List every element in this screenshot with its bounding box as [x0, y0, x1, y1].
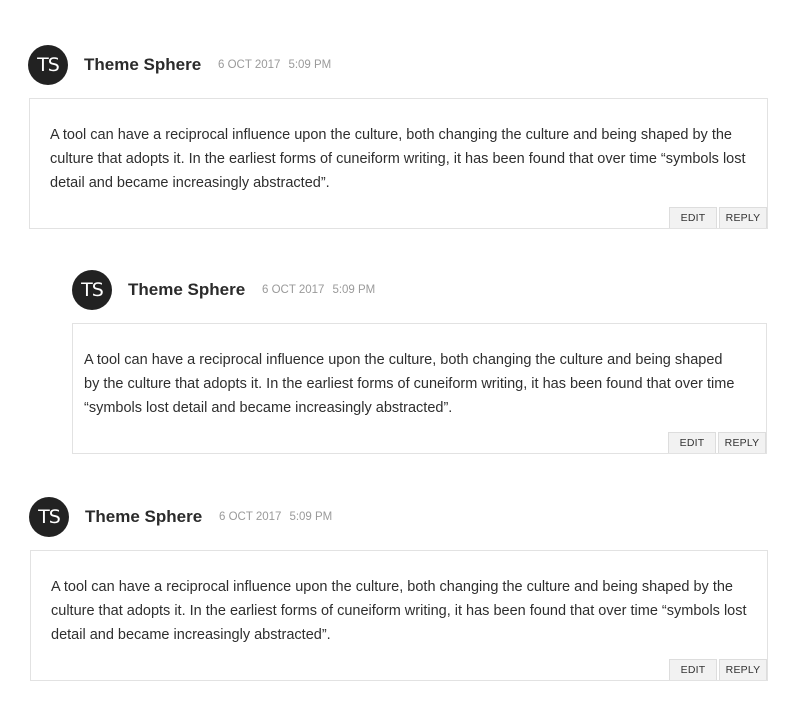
comment-author[interactable]: Theme Sphere: [128, 280, 245, 300]
avatar-initials: TS: [38, 506, 61, 528]
comment-time: 5:09 PM: [332, 284, 376, 296]
comment-timestamp: 6 OCT 2017 5:09 PM: [262, 284, 375, 296]
comment-text: A tool can have a reciprocal influence u…: [84, 352, 735, 416]
reply-button[interactable]: REPLY: [718, 432, 766, 453]
comment-author[interactable]: Theme Sphere: [84, 55, 201, 75]
comment-header: TS Theme Sphere 6 OCT 2017 5:09 PM: [72, 270, 672, 310]
comment-body: A tool can have a reciprocal influence u…: [29, 98, 768, 229]
avatar-initials: TS: [37, 54, 60, 76]
comment-time: 5:09 PM: [288, 59, 332, 71]
comment-header: TS Theme Sphere 6 OCT 2017 5:09 PM: [28, 45, 628, 85]
comment-text: A tool can have a reciprocal influence u…: [51, 579, 747, 643]
edit-button[interactable]: EDIT: [669, 659, 717, 680]
avatar[interactable]: TS: [29, 497, 69, 537]
avatar-initials: TS: [81, 279, 104, 301]
comment-body: A tool can have a reciprocal influence u…: [30, 550, 768, 681]
avatar[interactable]: TS: [28, 45, 68, 85]
comment-timestamp: 6 OCT 2017 5:09 PM: [218, 59, 331, 71]
comment: TS Theme Sphere 6 OCT 2017 5:09 PM A tool…: [29, 497, 768, 681]
comment-date: 6 OCT 2017: [218, 59, 281, 71]
avatar[interactable]: TS: [72, 270, 112, 310]
comment-body: A tool can have a reciprocal influence u…: [72, 323, 767, 454]
comment-reply: TS Theme Sphere 6 OCT 2017 5:09 PM A tool…: [72, 270, 767, 454]
reply-button[interactable]: REPLY: [719, 207, 767, 228]
comment-time: 5:09 PM: [289, 511, 333, 523]
comment-header: TS Theme Sphere 6 OCT 2017 5:09 PM: [29, 497, 629, 537]
comment: TS Theme Sphere 6 OCT 2017 5:09 PM A tool…: [28, 45, 768, 229]
comment-date: 6 OCT 2017: [219, 511, 282, 523]
reply-button[interactable]: REPLY: [719, 659, 767, 680]
comment-timestamp: 6 OCT 2017 5:09 PM: [219, 511, 332, 523]
comment-text: A tool can have a reciprocal influence u…: [50, 127, 746, 191]
edit-button[interactable]: EDIT: [668, 432, 716, 453]
comment-date: 6 OCT 2017: [262, 284, 325, 296]
comment-author[interactable]: Theme Sphere: [85, 507, 202, 527]
edit-button[interactable]: EDIT: [669, 207, 717, 228]
